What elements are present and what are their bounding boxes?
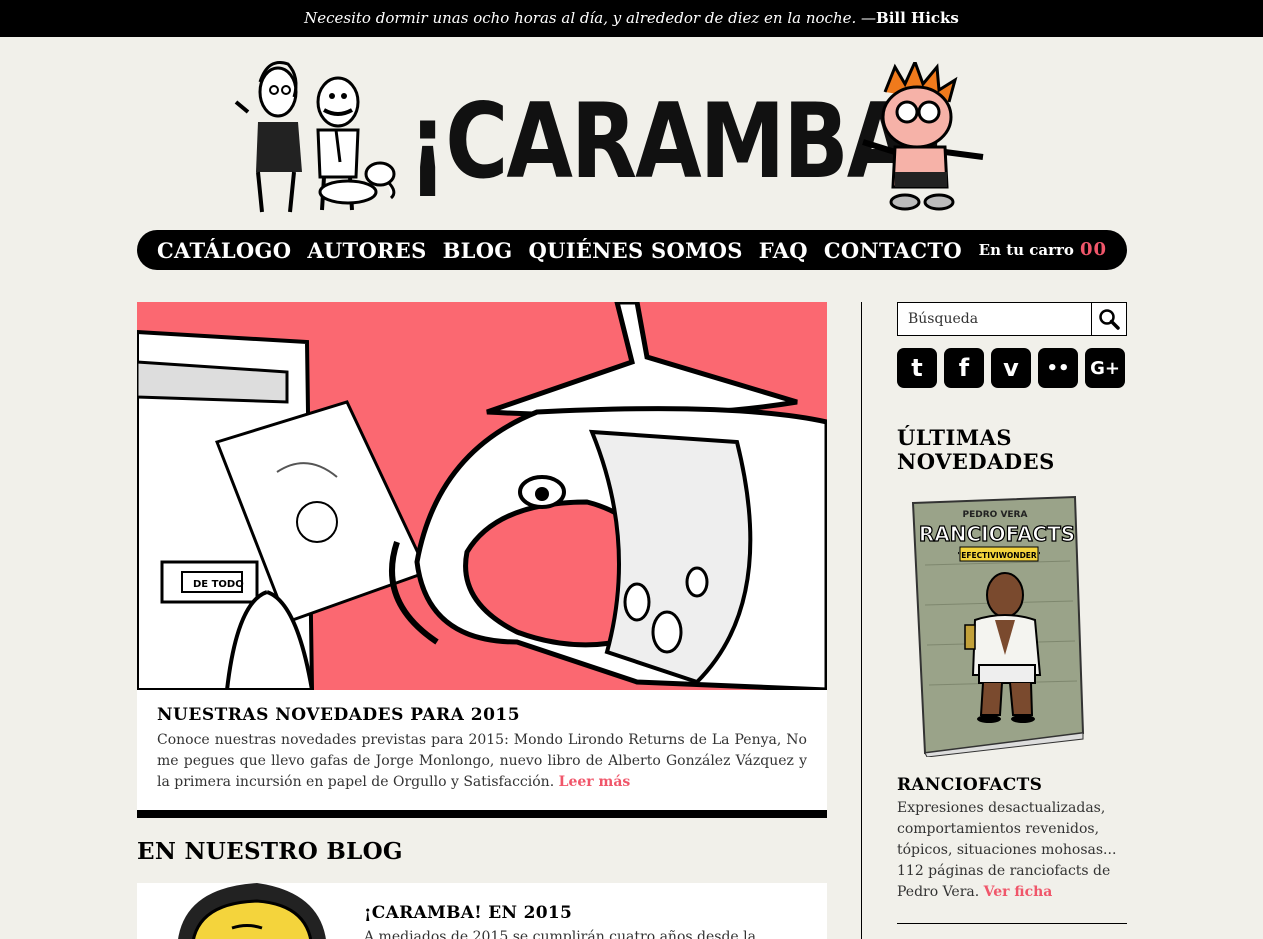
book-cover-subtitle: "EFECTIVIWONDER" bbox=[957, 551, 1040, 560]
google-plus-icon[interactable]: G+ bbox=[1085, 348, 1125, 388]
blog-post-excerpt: A mediados de 2015 se cumplirán cuatro a… bbox=[364, 929, 756, 939]
column-divider bbox=[861, 302, 862, 939]
quote-author: Bill Hicks bbox=[876, 9, 959, 27]
featured-post-text: Conoce nuestras novedades previstas para… bbox=[157, 732, 807, 790]
latest-releases-heading: ÚLTIMAS NOVEDADES bbox=[897, 425, 1055, 474]
featured-post-excerpt: Conoce nuestras novedades previstas para… bbox=[157, 730, 807, 793]
site-logo[interactable]: ¡CARAMBA! bbox=[408, 76, 951, 208]
cart-label: En tu carro bbox=[978, 241, 1074, 259]
book-cover-title: RANCIOFACTS bbox=[919, 522, 1075, 546]
nav-blog[interactable]: BLOG bbox=[443, 238, 513, 263]
search-button[interactable] bbox=[1091, 303, 1126, 335]
book-description: Expresiones desactualizadas, comportamie… bbox=[897, 798, 1127, 903]
mascot-right-illustration bbox=[862, 62, 984, 211]
vimeo-icon[interactable]: v bbox=[991, 348, 1031, 388]
flickr-icon[interactable]: •• bbox=[1038, 348, 1078, 388]
blog-post-thumbnail[interactable] bbox=[137, 883, 337, 939]
book-title[interactable]: RANCIOFACTS bbox=[897, 775, 1042, 795]
blog-section-heading: EN NUESTRO BLOG bbox=[137, 838, 403, 865]
nav-catalogo[interactable]: CATÁLOGO bbox=[157, 238, 291, 263]
featured-post-title[interactable]: NUESTRAS NOVEDADES PARA 2015 bbox=[157, 705, 520, 725]
blog-post-title[interactable]: ¡CARAMBA! EN 2015 bbox=[364, 903, 572, 923]
view-sheet-link[interactable]: Ver ficha bbox=[984, 884, 1053, 900]
quote-bar: Necesito dormir unas ocho horas al día, … bbox=[0, 0, 1263, 37]
search-input[interactable] bbox=[898, 303, 1091, 335]
featured-post: DE TODO NUESTRAS NOVEDADES PARA 2015 Con… bbox=[137, 302, 827, 818]
drawer-label: DE TODO bbox=[193, 579, 244, 590]
read-more-link[interactable]: Leer más bbox=[559, 774, 631, 790]
mascots-left-illustration bbox=[234, 61, 396, 213]
nav-contacto[interactable]: CONTACTO bbox=[824, 238, 962, 263]
blog-post-card: ¡CARAMBA! EN 2015 A mediados de 2015 se … bbox=[137, 883, 827, 939]
search-icon bbox=[1099, 309, 1120, 330]
nav-faq[interactable]: FAQ bbox=[759, 238, 808, 263]
book-cover-author: PEDRO VERA bbox=[963, 510, 1028, 520]
facebook-icon[interactable]: f bbox=[944, 348, 984, 388]
book-cover-ranciofacts[interactable]: PEDRO VERA RANCIOFACTS "EFECTIVIWONDER" bbox=[905, 495, 1085, 757]
twitter-icon[interactable]: t bbox=[897, 348, 937, 388]
social-links: t f v •• G+ bbox=[897, 348, 1125, 388]
sidebar-divider bbox=[897, 923, 1127, 924]
search-form bbox=[897, 302, 1127, 336]
nav-autores[interactable]: AUTORES bbox=[307, 238, 426, 263]
cart-count: 00 bbox=[1079, 239, 1107, 260]
quote-text: Necesito dormir unas ocho horas al día, … bbox=[304, 9, 877, 27]
cart-link[interactable]: En tu carro 00 bbox=[979, 230, 1107, 270]
featured-illustration[interactable]: DE TODO bbox=[137, 302, 827, 690]
nav-quienes-somos[interactable]: QUIÉNES SOMOS bbox=[529, 238, 743, 263]
main-nav: CATÁLOGO AUTORES BLOG QUIÉNES SOMOS FAQ … bbox=[137, 230, 1127, 270]
header: ¡CARAMBA! bbox=[0, 37, 1263, 227]
